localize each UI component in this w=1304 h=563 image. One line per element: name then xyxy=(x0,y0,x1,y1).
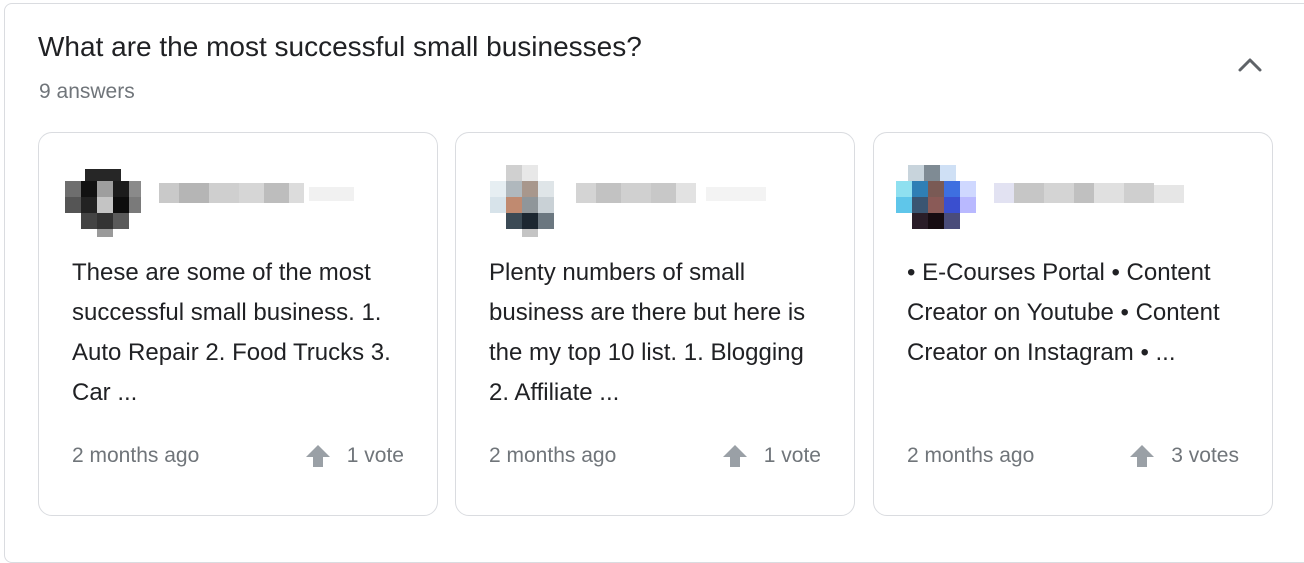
upvote-arrow-icon xyxy=(305,445,330,467)
chevron-up-icon xyxy=(1238,58,1262,72)
vote-count: 1 vote xyxy=(305,444,404,468)
answer-snippet: These are some of the most successful sm… xyxy=(72,259,391,406)
avatar xyxy=(65,169,141,237)
collapse-button[interactable] xyxy=(1232,48,1268,80)
answer-snippet: • E-Courses Portal • Content Creator on … xyxy=(907,259,1220,366)
answer-time: 2 months ago xyxy=(489,444,617,467)
author-name-blurred xyxy=(159,183,354,203)
answer-card[interactable]: Plenty numbers of small business are the… xyxy=(455,132,855,516)
avatar xyxy=(490,165,554,237)
author-name-blurred xyxy=(576,183,766,203)
answer-card[interactable]: These are some of the most successful sm… xyxy=(38,132,438,516)
vote-label: 1 vote xyxy=(763,444,821,467)
answer-time: 2 months ago xyxy=(907,444,1035,467)
author-name-blurred xyxy=(994,183,1184,203)
vote-label: 3 votes xyxy=(1171,444,1239,467)
vote-count: 3 votes xyxy=(1129,444,1239,468)
question-title: What are the most successful small busin… xyxy=(38,31,642,62)
upvote-arrow-icon xyxy=(722,445,747,467)
answer-snippet: Plenty numbers of small business are the… xyxy=(489,259,806,406)
upvote-arrow-icon xyxy=(1130,445,1155,467)
answer-card[interactable]: • E-Courses Portal • Content Creator on … xyxy=(873,132,1273,516)
vote-label: 1 vote xyxy=(346,444,404,467)
vote-count: 1 vote xyxy=(722,444,821,468)
avatar xyxy=(896,165,976,229)
answers-count: 9 answers xyxy=(39,80,135,103)
answer-time: 2 months ago xyxy=(72,444,200,467)
